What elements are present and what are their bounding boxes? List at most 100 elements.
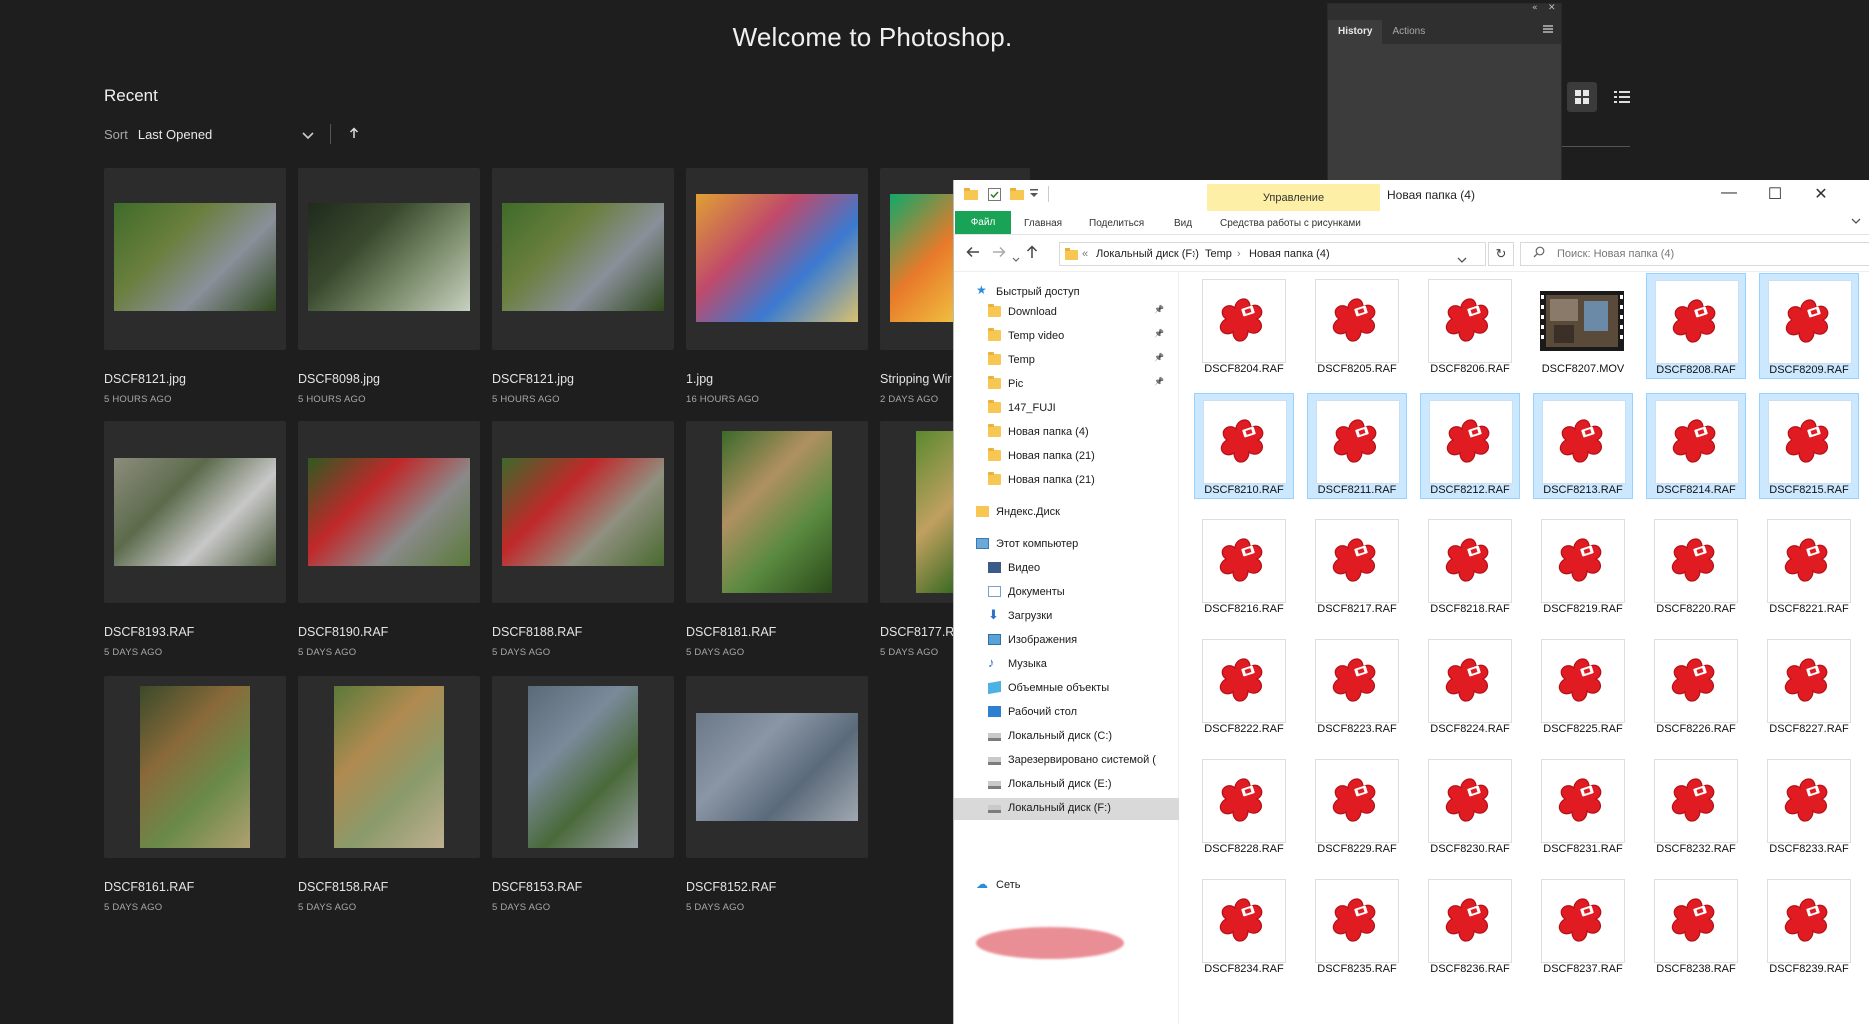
recent-file-name[interactable]: DSCF8098.jpg xyxy=(298,372,380,386)
manage-tab[interactable]: Управление xyxy=(1207,192,1380,204)
search-input[interactable]: Поиск: Новая папка (4) xyxy=(1520,242,1869,266)
up-icon[interactable] xyxy=(1026,245,1038,262)
close-icon[interactable]: ✕ xyxy=(1548,3,1556,13)
file-item[interactable]: DSCF8204.RAF xyxy=(1194,273,1294,379)
recent-file-name[interactable]: Stripping Wir xyxy=(880,372,952,386)
file-item[interactable]: DSCF8230.RAF xyxy=(1420,753,1520,859)
chevron-down-icon[interactable] xyxy=(302,129,314,140)
ribbon-tab-share[interactable]: Поделиться xyxy=(1089,218,1144,229)
maximize-icon[interactable]: ☐ xyxy=(1752,184,1798,204)
panel-titlebar[interactable]: « ✕ xyxy=(1328,3,1561,16)
nav-item[interactable]: Локальный диск (E:) xyxy=(954,774,1179,796)
pin-icon[interactable]: 📌 xyxy=(1154,329,1164,338)
file-item[interactable]: DSCF8217.RAF xyxy=(1307,513,1407,619)
ribbon-tab-view[interactable]: Вид xyxy=(1174,218,1192,229)
nav-item[interactable]: Рабочий стол xyxy=(954,702,1179,724)
file-item[interactable]: DSCF8216.RAF xyxy=(1194,513,1294,619)
recent-file-name[interactable]: DSCF8152.RAF xyxy=(686,880,776,894)
recent-file-name[interactable]: DSCF8153.RAF xyxy=(492,880,582,894)
file-item[interactable]: DSCF8232.RAF xyxy=(1646,753,1746,859)
file-item[interactable]: DSCF8235.RAF xyxy=(1307,873,1407,979)
file-item[interactable]: DSCF8237.RAF xyxy=(1533,873,1633,979)
file-item[interactable]: DSCF8228.RAF xyxy=(1194,753,1294,859)
file-item[interactable]: DSCF8234.RAF xyxy=(1194,873,1294,979)
recent-file-card[interactable] xyxy=(104,168,286,350)
recent-file-card[interactable] xyxy=(492,421,674,603)
recent-file-card[interactable] xyxy=(298,168,480,350)
recent-locations-icon[interactable] xyxy=(1012,250,1020,266)
recent-file-card[interactable] xyxy=(298,421,480,603)
file-item[interactable]: DSCF8226.RAF xyxy=(1646,633,1746,739)
file-item[interactable]: DSCF8210.RAF xyxy=(1194,393,1294,499)
recent-file-card[interactable] xyxy=(492,168,674,350)
recent-file-card[interactable] xyxy=(492,676,674,858)
nav-item[interactable]: Этот компьютер xyxy=(954,534,1179,556)
back-icon[interactable] xyxy=(966,245,980,261)
recent-file-card[interactable] xyxy=(104,676,286,858)
nav-item[interactable]: Объемные объекты xyxy=(954,678,1179,700)
grid-view-icon[interactable] xyxy=(1567,82,1597,112)
file-item[interactable]: DSCF8233.RAF xyxy=(1759,753,1859,859)
recent-file-name[interactable]: DSCF8161.RAF xyxy=(104,880,194,894)
sort-dropdown[interactable]: Last Opened xyxy=(138,127,298,142)
file-item[interactable]: DSCF8229.RAF xyxy=(1307,753,1407,859)
recent-file-card[interactable] xyxy=(298,676,480,858)
address-bar[interactable]: « Локальный диск (F:) › Temp › Новая пап… xyxy=(1059,242,1486,266)
recent-file-card[interactable] xyxy=(686,168,868,350)
address-history-icon[interactable] xyxy=(1457,251,1467,269)
recent-file-name[interactable]: 1.jpg xyxy=(686,372,713,386)
file-item[interactable]: DSCF8223.RAF xyxy=(1307,633,1407,739)
nav-item[interactable]: Новая папка (4) xyxy=(954,422,1179,444)
properties-quick-icon[interactable] xyxy=(988,188,1001,204)
file-item[interactable]: DSCF8212.RAF xyxy=(1420,393,1520,499)
nav-item[interactable]: Temp 📌 xyxy=(954,350,1179,372)
recent-file-name[interactable]: DSCF8158.RAF xyxy=(298,880,388,894)
file-item[interactable]: DSCF8206.RAF xyxy=(1420,273,1520,379)
file-item[interactable]: DSCF8207.MOV xyxy=(1533,273,1633,379)
nav-item[interactable]: Новая папка (21) xyxy=(954,470,1179,492)
breadcrumb-drive-f[interactable]: Локальный диск (F:) xyxy=(1096,248,1199,260)
file-item[interactable]: DSCF8215.RAF xyxy=(1759,393,1859,499)
recent-file-card[interactable] xyxy=(104,421,286,603)
file-item[interactable]: DSCF8225.RAF xyxy=(1533,633,1633,739)
recent-file-card[interactable] xyxy=(686,676,868,858)
close-icon[interactable]: ✕ xyxy=(1798,184,1844,204)
file-item[interactable]: DSCF8236.RAF xyxy=(1420,873,1520,979)
file-item[interactable]: DSCF8227.RAF xyxy=(1759,633,1859,739)
nav-item[interactable]: Изображения xyxy=(954,630,1179,652)
new-folder-quick-icon[interactable] xyxy=(1010,188,1024,203)
nav-item[interactable]: Зарезервировано системой ( xyxy=(954,750,1179,772)
recent-file-name[interactable]: DSCF8193.RAF xyxy=(104,625,194,639)
ribbon-tab-home[interactable]: Главная xyxy=(1024,218,1062,229)
file-item[interactable]: DSCF8209.RAF xyxy=(1759,273,1859,379)
nav-item[interactable]: Новая папка (21) xyxy=(954,446,1179,468)
ribbon-expand-icon[interactable] xyxy=(1851,216,1861,228)
nav-item[interactable]: Документы xyxy=(954,582,1179,604)
pin-icon[interactable]: 📌 xyxy=(1154,353,1164,362)
file-item[interactable]: DSCF8219.RAF xyxy=(1533,513,1633,619)
file-item[interactable]: DSCF8218.RAF xyxy=(1420,513,1520,619)
nav-item[interactable]: ★ Быстрый доступ xyxy=(954,282,1179,304)
forward-icon[interactable] xyxy=(992,245,1006,261)
nav-item[interactable]: Видео xyxy=(954,558,1179,580)
recent-file-name[interactable]: DSCF8181.RAF xyxy=(686,625,776,639)
minimize-icon[interactable]: — xyxy=(1706,184,1752,202)
collapse-icon[interactable]: « xyxy=(1532,3,1538,13)
file-item[interactable]: DSCF8213.RAF xyxy=(1533,393,1633,499)
recent-file-name[interactable]: DSCF8188.RAF xyxy=(492,625,582,639)
customize-toolbar-icon[interactable] xyxy=(1030,188,1038,202)
breadcrumb-current-folder[interactable]: Новая папка (4) xyxy=(1249,248,1330,260)
recent-file-name[interactable]: DSCF8121.jpg xyxy=(104,372,186,386)
ribbon-tab-file[interactable]: Файл xyxy=(955,211,1011,234)
nav-item[interactable]: Локальный диск (C:) xyxy=(954,726,1179,748)
list-view-icon[interactable] xyxy=(1607,82,1637,112)
breadcrumb-overflow[interactable]: « xyxy=(1082,248,1088,260)
file-item[interactable]: DSCF8221.RAF xyxy=(1759,513,1859,619)
tab-history[interactable]: History xyxy=(1328,20,1383,44)
nav-item[interactable]: Pic 📌 xyxy=(954,374,1179,396)
file-item[interactable]: DSCF8220.RAF xyxy=(1646,513,1746,619)
pin-icon[interactable]: 📌 xyxy=(1154,377,1164,386)
file-item[interactable]: DSCF8205.RAF xyxy=(1307,273,1407,379)
recent-file-name[interactable]: DSCF8121.jpg xyxy=(492,372,574,386)
file-item[interactable]: DSCF8214.RAF xyxy=(1646,393,1746,499)
